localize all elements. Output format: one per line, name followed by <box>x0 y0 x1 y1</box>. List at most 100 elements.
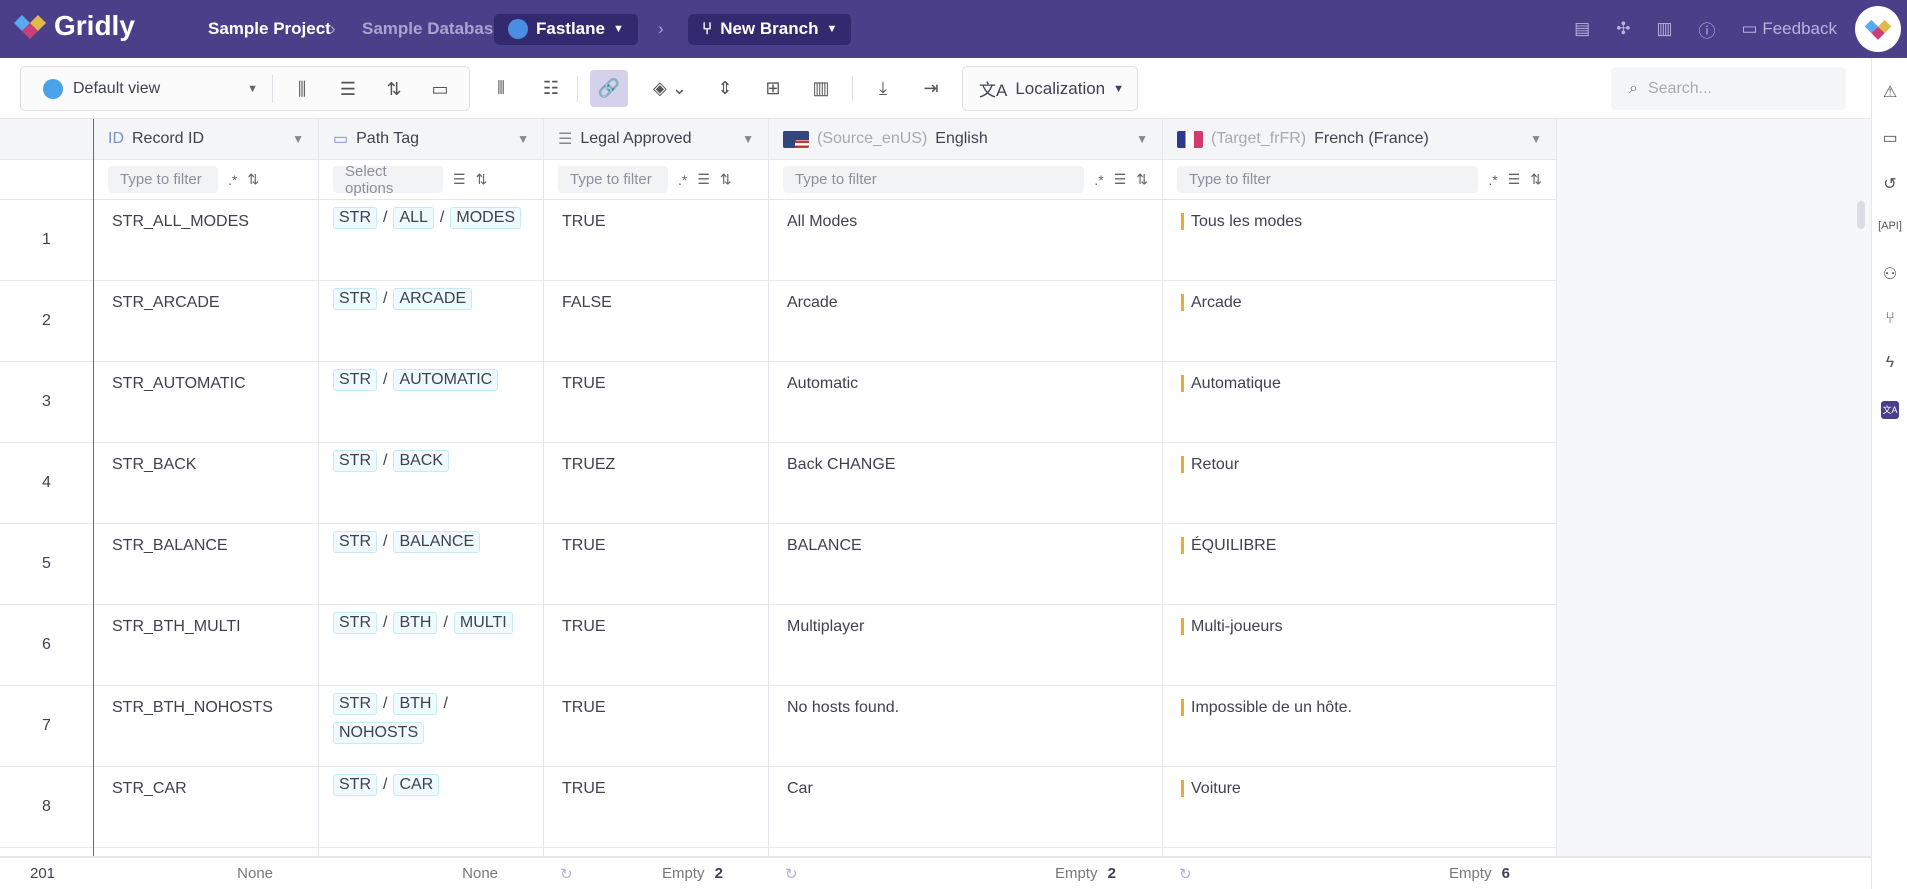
sort-icon[interactable]: ⇅ <box>375 71 413 108</box>
column-header[interactable]: (Target_frFR) French (France) ▼ <box>1163 119 1556 160</box>
column-settings-icon[interactable]: ⫴ <box>482 70 520 107</box>
import-icon[interactable]: ⇥ <box>912 70 950 107</box>
table-cell[interactable]: TRUEZ <box>544 443 768 524</box>
panel-icon[interactable]: ▥ <box>802 70 840 107</box>
branch-icon[interactable]: ⑂ <box>1872 310 1907 328</box>
folder-icon[interactable]: ▭ <box>421 71 459 108</box>
localization-dropdown[interactable]: 文A Localization ▼ <box>962 66 1138 111</box>
filter-input[interactable]: Type to filter <box>783 166 1085 193</box>
filter-icon[interactable]: ☰ <box>1114 171 1127 188</box>
table-cell[interactable]: Voiture <box>1163 767 1556 848</box>
chevron-down-icon[interactable]: ▼ <box>292 132 304 146</box>
table-cell[interactable]: STR_BACK <box>94 443 318 524</box>
fill-color-icon[interactable]: ◈ ⌄ <box>645 70 695 107</box>
table-cell[interactable]: STR_BTH_NOHOSTS <box>94 686 318 767</box>
table-cell[interactable]: STR / BALANCE <box>319 524 543 605</box>
row-number[interactable]: 3 <box>0 362 93 443</box>
view-selector[interactable]: Default view ▼ <box>21 74 273 103</box>
table-cell[interactable]: Multi-joueurs <box>1163 605 1556 686</box>
table-cell[interactable]: STR_ARCADE <box>94 281 318 362</box>
sort-icon[interactable]: ⇅ <box>720 171 732 188</box>
table-cell[interactable]: STR / AUTOMATIC <box>319 362 543 443</box>
users-icon[interactable]: ⚇ <box>1872 264 1907 284</box>
table-cell[interactable]: Automatic <box>769 362 1162 443</box>
api-icon[interactable]: [API] <box>1872 220 1907 232</box>
row-number[interactable]: 2 <box>0 281 93 362</box>
table-cell[interactable]: STR / BTH / MULTI <box>319 605 543 686</box>
table-cell[interactable]: STR_CAR <box>94 767 318 848</box>
table-cell[interactable]: TRUE <box>544 767 768 848</box>
regex-icon[interactable]: .* <box>228 172 237 188</box>
layout-icon[interactable]: ▤ <box>1574 19 1590 39</box>
refresh-icon[interactable]: ↻ <box>1179 865 1192 883</box>
row-height-icon[interactable]: ☷ <box>532 70 570 107</box>
gridly-logo[interactable]: Gridly <box>12 10 135 42</box>
table-cell[interactable]: Multiplayer <box>769 605 1162 686</box>
automation-icon[interactable]: ϟ <box>1872 354 1907 372</box>
table-cell[interactable]: STR_AUTOMATIC <box>94 362 318 443</box>
extension-icon[interactable]: ✣ <box>1616 19 1630 39</box>
table-cell[interactable]: STR / BACK <box>319 443 543 524</box>
chevron-down-icon[interactable]: ▼ <box>517 132 529 146</box>
table-cell[interactable]: Arcade <box>1163 281 1556 362</box>
table-cell[interactable]: Arcade <box>769 281 1162 362</box>
branch-selector[interactable]: ⑂ New Branch ▼ <box>688 13 852 45</box>
regex-icon[interactable]: .* <box>1094 172 1103 188</box>
filter-icon[interactable]: ☰ <box>453 171 466 188</box>
table-cell[interactable]: TRUE <box>544 686 768 767</box>
table-cell[interactable]: STR / ALL / MODES <box>319 200 543 281</box>
add-comment-icon[interactable]: ⊞ <box>754 70 792 107</box>
chevron-down-icon[interactable]: ▼ <box>1136 132 1148 146</box>
table-cell[interactable]: STR / BTH / NOHOSTS <box>319 686 543 767</box>
feedback-button[interactable]: ▭ Feedback <box>1742 19 1837 39</box>
vertical-scrollbar[interactable] <box>1857 201 1865 229</box>
breadcrumb-project[interactable]: Sample Project <box>208 0 331 58</box>
table-cell[interactable]: No hosts found. <box>769 686 1162 767</box>
chevron-down-icon[interactable]: ▼ <box>1530 132 1542 146</box>
column-header[interactable]: (Source_enUS) English ▼ <box>769 119 1162 160</box>
regex-icon[interactable]: .* <box>1488 172 1497 188</box>
regex-icon[interactable]: .* <box>678 172 687 188</box>
history-icon[interactable]: ↺ <box>1872 174 1907 194</box>
table-cell[interactable]: All Modes <box>769 200 1162 281</box>
table-cell[interactable]: Back CHANGE <box>769 443 1162 524</box>
table-cell[interactable]: STR_BTH_MULTI <box>94 605 318 686</box>
sort-icon[interactable]: ⇅ <box>476 171 488 188</box>
alert-icon[interactable]: ⚠ <box>1872 82 1907 102</box>
table-cell[interactable]: ÉQUILIBRE <box>1163 524 1556 605</box>
breadcrumb-database[interactable]: Sample Database <box>362 0 503 58</box>
column-header[interactable]: ID Record ID ▼ <box>94 119 318 160</box>
filter-input[interactable]: Select options <box>333 163 443 197</box>
table-cell[interactable]: Car <box>769 767 1162 848</box>
column-header[interactable]: ☰ Legal Approved ▼ <box>544 119 768 160</box>
table-cell[interactable]: TRUE <box>544 605 768 686</box>
table-cell[interactable]: FALSE <box>544 281 768 362</box>
localization-app-icon[interactable]: 文A <box>1881 401 1899 419</box>
link-icon[interactable]: 🔗 <box>590 70 628 107</box>
filter-icon[interactable]: ☰ <box>697 171 710 188</box>
table-cell[interactable]: Automatique <box>1163 362 1556 443</box>
row-number[interactable]: 5 <box>0 524 93 605</box>
table-cell[interactable]: Retour <box>1163 443 1556 524</box>
filter-input[interactable]: Type to filter <box>1177 166 1479 193</box>
filter-input[interactable]: Type to filter <box>108 166 218 193</box>
table-cell[interactable]: Impossible de un hôte. <box>1163 686 1556 767</box>
sort-icon[interactable]: ⇅ <box>1530 171 1542 188</box>
chevron-down-icon[interactable]: ▼ <box>742 132 754 146</box>
table-cell[interactable]: BALANCE <box>769 524 1162 605</box>
sort-icon[interactable]: ⇅ <box>247 171 259 188</box>
comments-icon[interactable]: ▭ <box>1872 128 1907 148</box>
columns-icon[interactable]: ⫼ <box>283 71 321 108</box>
filter-input[interactable]: Type to filter <box>558 166 668 193</box>
table-cell[interactable]: STR / CAR <box>319 767 543 848</box>
table-cell[interactable]: TRUE <box>544 362 768 443</box>
table-cell[interactable]: TRUE <box>544 200 768 281</box>
column-header[interactable]: ▭ Path Tag ▼ <box>319 119 543 160</box>
download-icon[interactable]: ⤓ <box>864 70 902 107</box>
table-cell[interactable]: STR / ARCADE <box>319 281 543 362</box>
row-number[interactable]: 7 <box>0 686 93 767</box>
template-icon[interactable]: ▥ <box>1656 19 1672 39</box>
refresh-icon[interactable]: ↻ <box>560 865 573 883</box>
filter-icon[interactable]: ☰ <box>329 71 367 108</box>
row-number[interactable]: 8 <box>0 767 93 848</box>
